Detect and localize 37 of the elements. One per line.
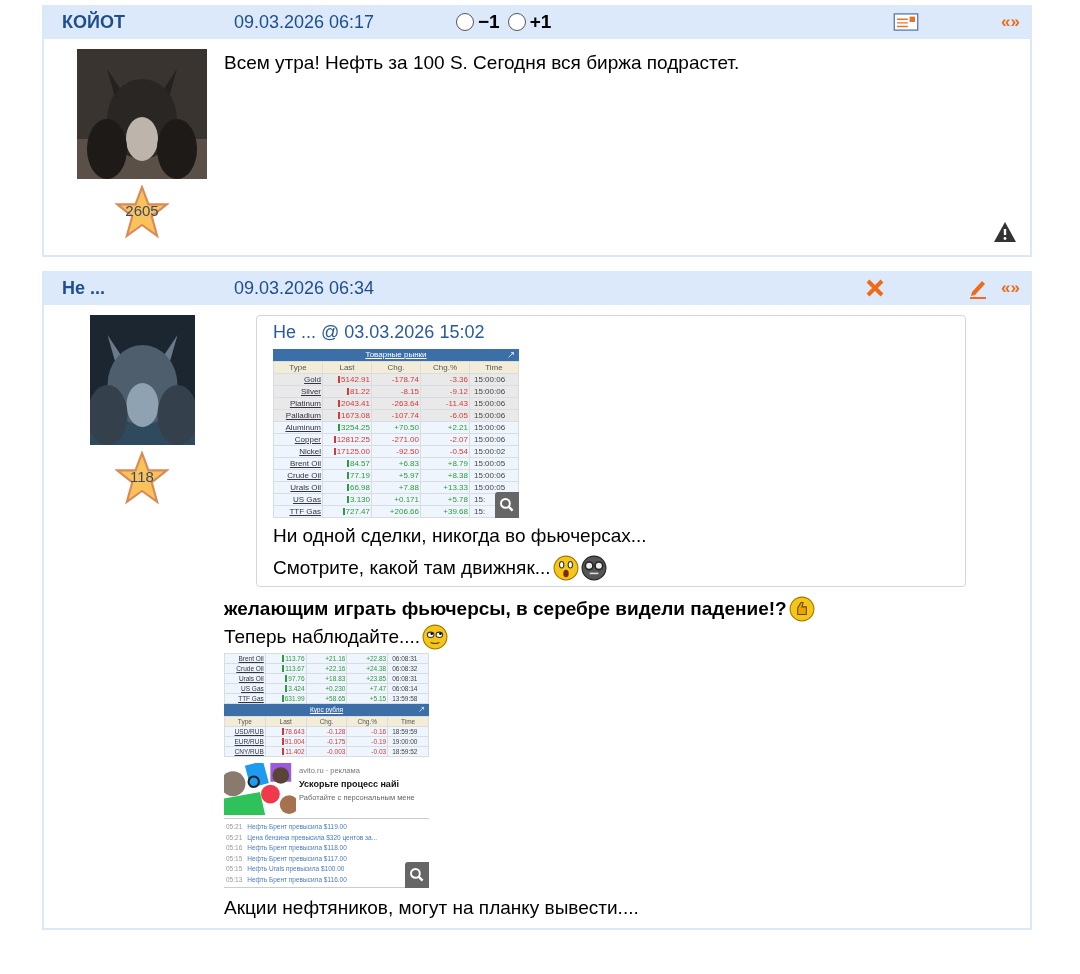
vote-radio[interactable]: −1 [456, 11, 500, 33]
close-icon[interactable] [865, 278, 886, 298]
post-text: Всем утра! Нефть за 100 S. Сегодня вся биржа подрастет. [224, 51, 740, 75]
rating-count: 2605 [124, 202, 160, 219]
post-text: Акции нефтяников, могут на планку вывести.... [224, 895, 639, 920]
expand-icon [418, 706, 425, 713]
column-header: Chg. [371, 361, 421, 374]
column-header: Chg.% [420, 361, 470, 374]
post-date: 09.03.2026 06:17 [234, 11, 376, 33]
author-link[interactable]: КОЙОТ [62, 11, 234, 33]
rolling-eyes-emoji-icon [422, 624, 449, 650]
search-icon [409, 866, 425, 883]
goggles-emoji-icon [580, 555, 607, 581]
table-title: Товарные рынки [365, 349, 427, 361]
vote-radio[interactable]: +1 [507, 11, 552, 33]
quote-heading: Не ... @ 03.03.2026 15:02 [273, 322, 485, 343]
rating-star-icon [115, 185, 169, 239]
column-header: Time [469, 361, 519, 374]
zoom-button[interactable] [405, 861, 429, 888]
post-text: Теперь наблюдайте.... [224, 625, 421, 649]
profile-card-icon[interactable] [893, 13, 920, 31]
expand-icon [507, 351, 515, 359]
surprised-emoji-icon [552, 555, 579, 581]
post-date: 09.03.2026 06:34 [234, 277, 376, 299]
quote-text: Ни одной сделки, никогда во фьючерсах... [273, 524, 647, 548]
warning-icon[interactable] [992, 221, 1018, 243]
zoom-button[interactable] [495, 492, 519, 518]
rating-star-icon [115, 451, 169, 505]
search-icon [499, 497, 515, 513]
thumbs-up-emoji-icon [788, 596, 815, 622]
column-header: Type [273, 361, 323, 374]
rating-count: 118 [129, 468, 155, 485]
quote-text: Смотрите, какой там движняк... [273, 556, 551, 580]
post-text: желающим играть фьючерсы, в серебре видели падение!? [224, 597, 787, 621]
column-header: Last [322, 361, 372, 374]
author-link[interactable]: Не ... [62, 277, 234, 299]
ad-title: Ускорьте процесс найі [299, 779, 400, 789]
